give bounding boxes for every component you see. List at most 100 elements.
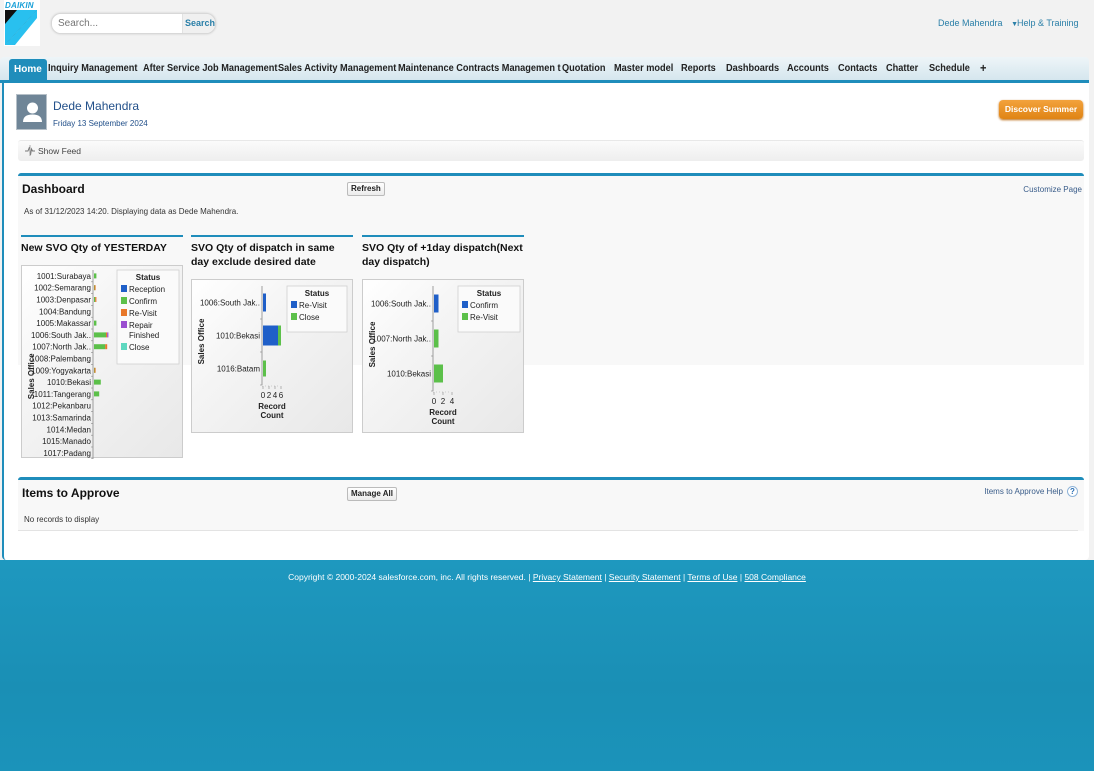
- chart-1-svg: 1001:Surabaya 1002:Semarang 1003:Denpasar 1…: [27, 269, 180, 459]
- bar-re-visit: [95, 297, 97, 302]
- avatar[interactable]: [16, 94, 47, 130]
- y-tick-label: 1004:Bandung: [39, 307, 91, 316]
- profile-name[interactable]: Dede Mahendra: [53, 99, 139, 113]
- manage-all-button[interactable]: Manage All: [347, 487, 397, 501]
- y-tick-label: 1008:Palembang: [31, 355, 92, 364]
- user-menu[interactable]: Dede Mahendra ▼: [938, 18, 1018, 28]
- bar-re-visit: [434, 364, 443, 383]
- items-to-approve-help-label: Items to Approve Help: [984, 487, 1063, 496]
- footer-separator: |: [682, 572, 686, 582]
- x-tick-label: 6: [279, 391, 284, 400]
- legend-label: Reception: [129, 285, 165, 294]
- tab-quotation[interactable]: Quotation: [562, 63, 605, 74]
- dashboard-section: Dashboard Refresh Customize Page As of 3…: [18, 173, 1084, 459]
- legend-swatch: [121, 321, 127, 328]
- tab-schedule[interactable]: Schedule: [929, 63, 970, 74]
- discover-summer-button[interactable]: Discover Summer '24: [999, 100, 1083, 133]
- logo-text: DAIKIN: [5, 1, 34, 10]
- daikin-logo[interactable]: DAIKIN: [4, 0, 40, 46]
- y-tick-label: 1006:South Jak..: [31, 331, 91, 340]
- tab-sales-activity-management[interactable]: Sales Activity Management: [278, 63, 396, 74]
- y-tick-label: 1003:Denpasar: [36, 296, 91, 305]
- legend-title: Status: [305, 289, 330, 298]
- bar-re-visit: [263, 293, 266, 312]
- bar-confirm: [94, 391, 100, 397]
- y-axis-label: Sales Office: [197, 318, 206, 364]
- search-input[interactable]: [52, 14, 182, 33]
- refresh-button[interactable]: Refresh: [347, 182, 385, 196]
- dashboard-title: Dashboard: [22, 182, 85, 196]
- x-tick-label: 0: [432, 397, 437, 406]
- 508-compliance-link[interactable]: 508 Compliance: [744, 572, 805, 582]
- x-tick-label: 2: [441, 397, 446, 406]
- footer: Copyright © 2000-2024 salesforce.com, in…: [0, 572, 1094, 582]
- tab-accounts[interactable]: Accounts: [787, 63, 829, 74]
- legend-label: Re-Visit: [129, 309, 158, 318]
- customize-page-link[interactable]: Customize Page: [1023, 185, 1082, 194]
- legend-swatch: [291, 301, 297, 308]
- legend-swatch: [121, 309, 127, 316]
- y-tick-label: 1009:Yogyakarta: [31, 366, 91, 375]
- chart-3[interactable]: 1006:South Jak.. 1007:North Jak.. 1010:Bek…: [362, 279, 524, 433]
- x-tick-label: 2: [267, 391, 272, 400]
- y-tick-label: 1002:Semarang: [34, 284, 91, 293]
- chart-1[interactable]: 1001:Surabaya 1002:Semarang 1003:Denpasar 1…: [21, 265, 183, 459]
- search-box: Search: [51, 13, 216, 34]
- bar-repair-finished: [107, 332, 109, 338]
- items-to-approve-title: Items to Approve: [22, 486, 120, 500]
- bar-confirm: [94, 320, 97, 326]
- legend-swatch: [121, 285, 127, 292]
- tab-chatter[interactable]: Chatter: [886, 63, 918, 74]
- security-statement-link[interactable]: Security Statement: [609, 572, 681, 582]
- y-tick-label: 1006:South Jak..: [200, 299, 260, 308]
- dashboard-component-2: SVO Qty of dispatch in same day exclude …: [191, 235, 353, 433]
- copyright-text: Copyright © 2000-2024 salesforce.com, in…: [288, 572, 531, 582]
- tab-bar: Home Inquiry Management After Service Jo…: [0, 57, 1089, 83]
- legend-label: Repair: [129, 321, 153, 330]
- chart-2-title-text: SVO Qty of dispatch in same day exclude …: [191, 242, 335, 268]
- tab-inquiry-management[interactable]: Inquiry Management: [48, 63, 137, 74]
- x-tick-label: 0: [261, 391, 266, 400]
- help-training-link[interactable]: Help & Training: [1017, 18, 1079, 28]
- y-tick-label: 1007:North Jak..: [32, 343, 91, 352]
- y-tick-label: 1012:Pekanbaru: [32, 402, 91, 411]
- tab-reports[interactable]: Reports: [681, 63, 716, 74]
- footer-separator: |: [739, 572, 743, 582]
- help-icon: ?: [1067, 486, 1078, 497]
- tab-home[interactable]: Home: [9, 59, 47, 80]
- y-tick-label: 1010:Bekasi: [216, 332, 260, 341]
- privacy-statement-link[interactable]: Privacy Statement: [533, 572, 602, 582]
- legend-title: Status: [477, 289, 502, 298]
- show-feed-bar[interactable]: Show Feed: [18, 140, 1084, 161]
- y-axis-label: Sales Office: [368, 321, 377, 367]
- add-tab-icon[interactable]: +: [980, 61, 986, 75]
- legend-swatch: [462, 313, 468, 320]
- y-tick-label: 1011:Tangerang: [34, 390, 91, 399]
- tab-contacts[interactable]: Contacts: [838, 63, 877, 74]
- legend-swatch: [121, 343, 127, 350]
- legend-label: Close: [299, 313, 320, 322]
- search-button[interactable]: Search: [182, 14, 215, 33]
- y-tick-label: 1010:Bekasi: [47, 378, 91, 387]
- tab-dashboards[interactable]: Dashboards: [726, 63, 779, 74]
- chart-2[interactable]: 1006:South Jak.. 1010:Bekasi 1016:Batam 0 2 4…: [191, 279, 353, 433]
- legend-label: Re-Visit: [299, 301, 328, 310]
- tab-maintenance-contracts-management[interactable]: Maintenance Contracts Managemen t: [398, 63, 561, 74]
- bar-re-visit: [94, 285, 96, 291]
- y-tick-label: 1001:Surabaya: [37, 272, 92, 281]
- legend-label: Finished: [129, 331, 159, 340]
- x-axis-label: Count: [260, 411, 283, 420]
- chart-3-title: SVO Qty of +1day dispatch(Next day dispa…: [362, 241, 527, 269]
- bar-confirm: [94, 344, 106, 350]
- tab-after-service-job-management[interactable]: After Service Job Management: [143, 63, 277, 74]
- dashboard-component-1: New SVO Qty of YESTERDAY 1001:Surabaya 10…: [21, 235, 183, 459]
- legend-title: Status: [136, 273, 161, 282]
- chart-3-svg: 1006:South Jak.. 1007:North Jak.. 1010:Bek…: [368, 285, 521, 426]
- tab-master-model[interactable]: Master model: [614, 63, 673, 74]
- terms-of-use-link[interactable]: Terms of Use: [687, 572, 737, 582]
- bar-close: [263, 360, 266, 377]
- y-tick-label: 1015:Manado: [42, 437, 91, 446]
- y-axis-label: Sales Office: [27, 353, 36, 399]
- legend-swatch: [121, 297, 127, 304]
- items-to-approve-help[interactable]: Items to Approve Help?: [984, 486, 1078, 497]
